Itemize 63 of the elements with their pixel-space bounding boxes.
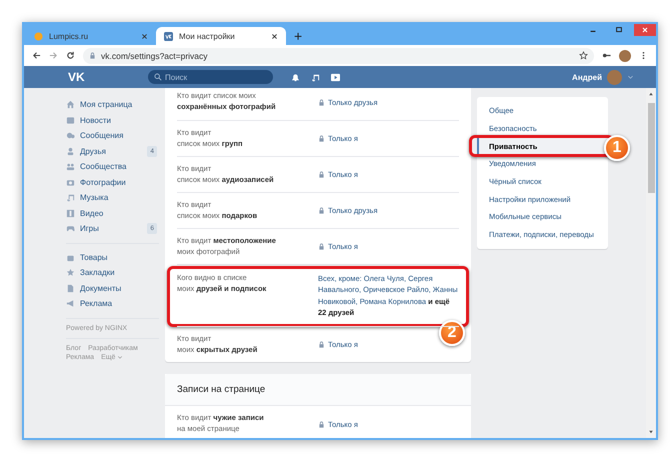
browser-tab[interactable]: Мои настройки: [156, 27, 286, 45]
sidebar-item[interactable]: Сообщения: [62, 128, 159, 144]
sidebar-item[interactable]: Закладки: [62, 265, 159, 280]
step-badge: 1: [604, 135, 630, 162]
close-icon[interactable]: [141, 32, 148, 40]
back-arrow-icon[interactable]: [32, 51, 41, 60]
search-icon: [154, 73, 162, 81]
sidebar-item[interactable]: Реклама: [62, 296, 159, 312]
sidebar-item[interactable]: Фотографии: [62, 174, 159, 190]
people-icon: [66, 162, 75, 172]
reload-icon[interactable]: [66, 51, 75, 60]
lock-icon: [318, 171, 325, 178]
caret-down-icon: [117, 354, 124, 360]
arrow-down-icon: [648, 429, 654, 435]
site-logo[interactable]: VK: [68, 70, 148, 84]
sidebar-item[interactable]: Товары: [62, 250, 159, 265]
maximize-icon: [615, 26, 623, 34]
profile-avatar[interactable]: [619, 50, 631, 62]
camera-icon: [66, 178, 75, 187]
lock-icon: [318, 98, 325, 106]
star-outline-icon[interactable]: [579, 51, 588, 60]
star-icon: [66, 268, 75, 278]
newspaper-icon: [66, 116, 75, 125]
caret-down-icon: [627, 74, 634, 80]
site-favicon-icon: [164, 32, 173, 40]
key-icon[interactable]: [602, 51, 611, 60]
new-tab-button[interactable]: +: [286, 27, 310, 45]
megaphone-icon: [66, 299, 75, 308]
scrollbar-thumb[interactable]: [648, 103, 654, 193]
close-button[interactable]: [634, 24, 656, 36]
user-name[interactable]: Андрей: [572, 72, 602, 82]
lock-icon: [318, 207, 325, 214]
lock-icon: [318, 420, 325, 428]
browser-tab[interactable]: Lumpics.ru: [26, 27, 156, 45]
music-note-icon[interactable]: [311, 72, 320, 82]
home-icon: [66, 100, 75, 110]
address-field[interactable]: vk.com/settings?act=privacy: [83, 48, 594, 64]
document-icon: [66, 284, 75, 293]
bell-icon[interactable]: [291, 72, 300, 82]
search-field[interactable]: Поиск: [148, 70, 273, 84]
arrow-up-icon: [648, 91, 654, 97]
chat-bubbles-icon: [66, 131, 75, 140]
sidebar-item[interactable]: Музыка: [62, 190, 159, 206]
sidebar-item[interactable]: Документы: [62, 280, 159, 296]
sidebar-item[interactable]: Моя страница: [62, 97, 159, 112]
site-favicon-icon: [34, 32, 43, 40]
film-icon: [66, 208, 75, 218]
music-note-icon: [66, 193, 75, 202]
sidebar-item[interactable]: Видео: [62, 206, 159, 221]
close-icon[interactable]: [271, 32, 278, 40]
person-icon: [66, 146, 75, 156]
bag-icon: [66, 252, 75, 262]
close-icon: [641, 26, 649, 34]
video-play-icon[interactable]: [331, 72, 340, 82]
lock-icon: [318, 135, 325, 142]
lock-icon: [318, 341, 325, 348]
lock-icon: [89, 52, 96, 59]
sidebar-item[interactable]: Сообщества: [62, 159, 159, 174]
sidebar-item[interactable]: Новости: [62, 112, 159, 128]
gamepad-icon: [66, 224, 75, 234]
scrollbar[interactable]: [646, 88, 656, 438]
section-title: Записи на странице: [165, 374, 471, 406]
lock-icon: [318, 243, 325, 250]
